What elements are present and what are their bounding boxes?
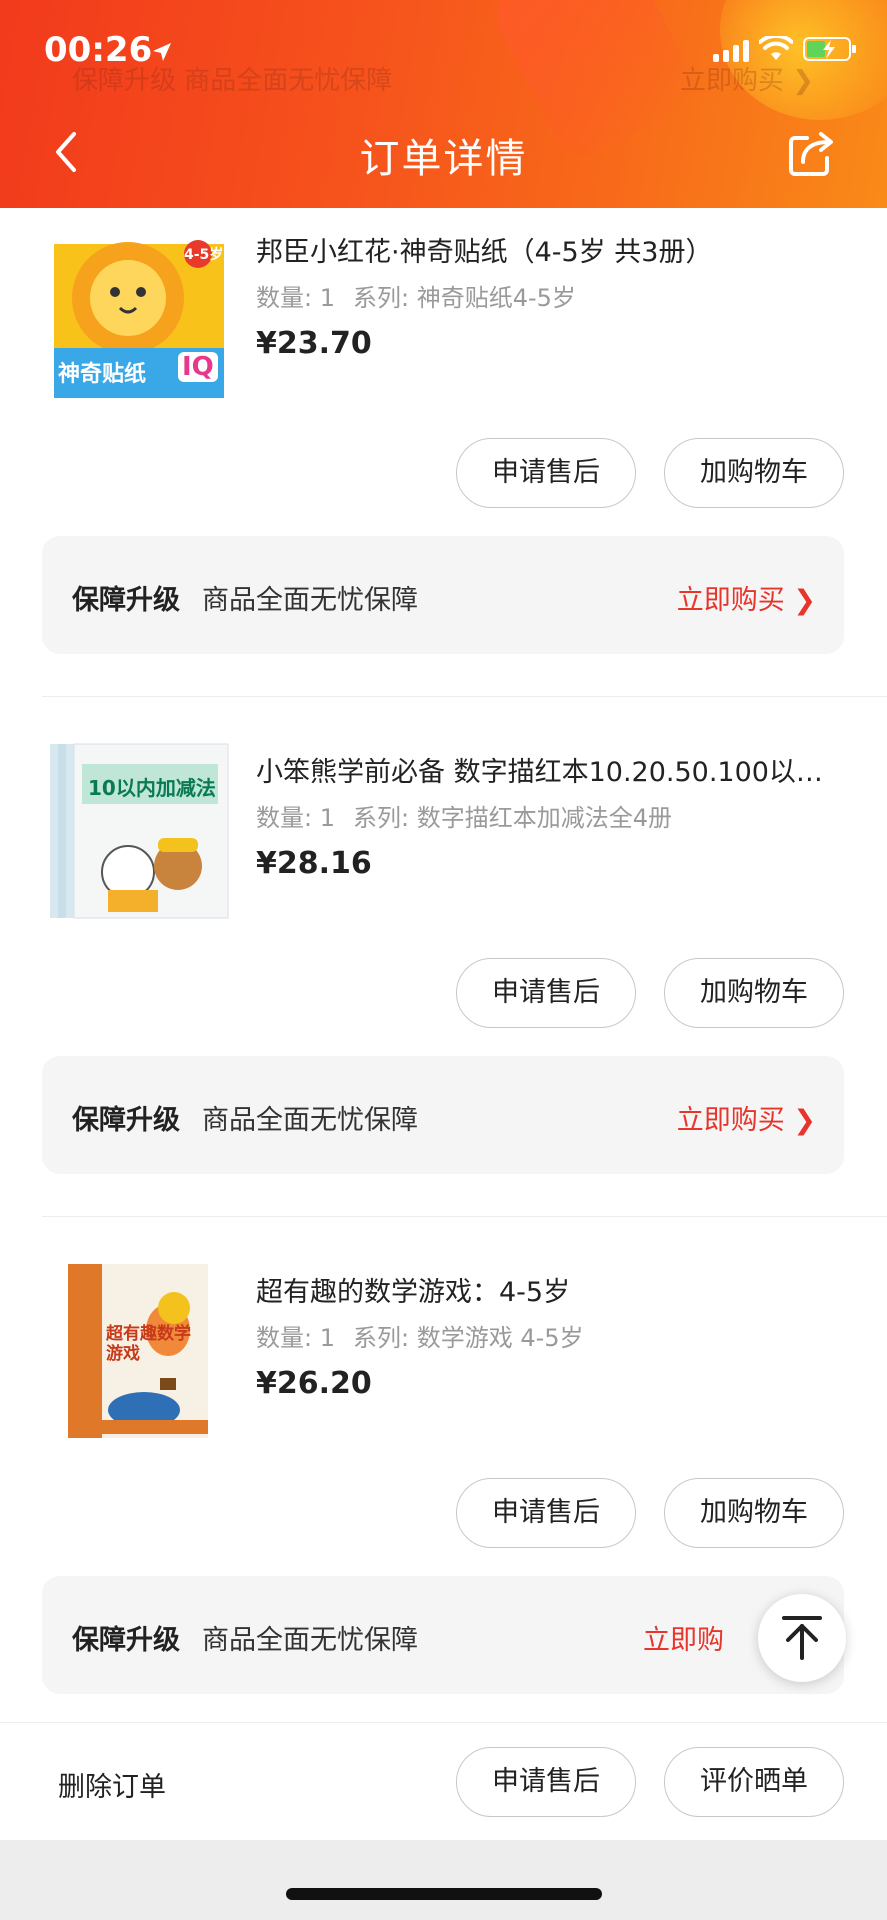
product-series: 系列: 数字描红本加减法全4册	[352, 804, 672, 832]
protection-upgrade-card[interactable]: 保障升级 商品全面无忧保障 立即购	[42, 1576, 844, 1694]
product-quantity: 数量: 1	[256, 804, 335, 832]
product-series: 系列: 神奇贴纸4-5岁	[352, 284, 576, 312]
product-meta: 数量: 1 系列: 数字描红本加减法全4册	[256, 798, 672, 833]
protection-upgrade-card[interactable]: 保障升级 商品全面无忧保障 立即购买 ❯	[42, 536, 844, 654]
product-quantity: 数量: 1	[256, 1324, 335, 1352]
protect-title: 保障升级	[72, 1105, 180, 1136]
delete-order-button[interactable]: 删除订单	[58, 1765, 166, 1804]
cover-badge: IQ	[178, 352, 218, 382]
add-cart-button[interactable]: 加购物车	[664, 958, 844, 1028]
bottom-action-bar: 删除订单 申请售后 评价晒单	[0, 1722, 887, 1840]
protect-desc: 商品全面无忧保障	[202, 1105, 418, 1136]
protection-upgrade-card[interactable]: 保障升级 商品全面无忧保障 立即购买 ❯	[42, 1056, 844, 1174]
product-series: 系列: 数学游戏 4-5岁	[352, 1324, 584, 1352]
bottom-after-sale-button[interactable]: 申请售后	[456, 1747, 636, 1817]
cover-age: 4-5岁	[184, 247, 224, 263]
product-image[interactable]: 神奇贴纸 IQ 4-5岁	[48, 220, 230, 402]
product-meta: 数量: 1 系列: 数学游戏 4-5岁	[256, 1318, 584, 1353]
status-time: 00:26	[44, 30, 153, 70]
book-cover-tracing	[48, 740, 230, 922]
buy-now-link[interactable]: 立即购	[643, 1618, 724, 1657]
cover-title: 10以内加减法	[88, 776, 216, 800]
home-indicator-area	[0, 1840, 887, 1920]
home-indicator[interactable]	[286, 1888, 602, 1900]
product-image[interactable]: 超有趣数学游戏	[48, 1260, 230, 1442]
product-price: ¥26.20	[256, 1366, 372, 1401]
page-title: 订单详情	[359, 136, 528, 182]
after-sale-button[interactable]: 申请售后	[456, 1478, 636, 1548]
buy-now-link[interactable]: 立即购买 ❯	[677, 578, 816, 617]
add-cart-button[interactable]: 加购物车	[664, 1478, 844, 1548]
protect-desc: 商品全面无忧保障	[202, 1625, 418, 1656]
battery-charging-icon	[803, 37, 856, 61]
product-meta: 数量: 1 系列: 神奇贴纸4-5岁	[256, 278, 576, 313]
protect-title: 保障升级	[72, 1625, 180, 1656]
product-image[interactable]: 10以内加减法	[48, 740, 230, 922]
divider	[42, 1216, 887, 1217]
status-indicators	[713, 36, 857, 62]
after-sale-button[interactable]: 申请售后	[456, 958, 636, 1028]
product-price: ¥28.16	[256, 846, 372, 881]
product-title[interactable]: 邦臣小红花·神奇贴纸（4-5岁 共3册）	[256, 230, 846, 269]
wifi-icon	[759, 36, 793, 60]
product-quantity: 数量: 1	[256, 284, 335, 312]
cover-title: 超有趣数学游戏	[106, 1324, 191, 1364]
product-price: ¥23.70	[256, 326, 372, 361]
product-title[interactable]: 小笨熊学前必备 数字描红本10.20.50.100以…	[256, 750, 846, 789]
add-cart-button[interactable]: 加购物车	[664, 438, 844, 508]
location-arrow-icon	[153, 43, 171, 61]
after-sale-button[interactable]: 申请售后	[456, 438, 636, 508]
protect-title: 保障升级	[72, 585, 180, 616]
signal-icon	[713, 38, 749, 62]
product-title[interactable]: 超有趣的数学游戏：4-5岁	[256, 1270, 846, 1309]
scroll-to-top-button[interactable]	[758, 1594, 846, 1682]
cover-title: 神奇贴纸	[58, 362, 147, 387]
protect-desc: 商品全面无忧保障	[202, 585, 418, 616]
review-button[interactable]: 评价晒单	[664, 1747, 844, 1817]
ghost-buy-text: 立即购买 ❯	[680, 66, 815, 96]
share-icon[interactable]	[785, 128, 837, 180]
buy-now-link[interactable]: 立即购买 ❯	[677, 1098, 816, 1137]
header-bar: 保障升级 商品全面无忧保障 立即购买 ❯ 00:26 订单详情	[0, 0, 887, 208]
divider	[42, 696, 887, 697]
arrow-up-icon	[782, 1616, 822, 1660]
